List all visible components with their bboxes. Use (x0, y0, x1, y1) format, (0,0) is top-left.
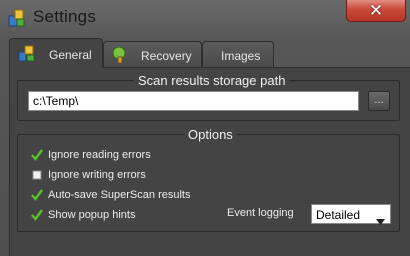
tab-general[interactable]: General (9, 38, 103, 68)
checkmark-icon[interactable] (30, 148, 44, 162)
event-logging-label: Event logging (227, 207, 294, 219)
tab-images[interactable]: Images (202, 41, 274, 67)
checkmark-icon[interactable] (30, 208, 44, 222)
options-title: Options (184, 127, 237, 142)
checkmark-icon[interactable] (30, 188, 44, 202)
option-label: Show popup hints (48, 209, 136, 221)
window-title: Settings (33, 7, 97, 26)
option-label: Ignore reading errors (48, 149, 151, 161)
settings-window: Settings ✕ General Recovery Images Scan (0, 0, 410, 256)
storage-path-input[interactable]: c:\Temp\ (28, 91, 359, 111)
tab-recovery[interactable]: Recovery (103, 41, 202, 67)
close-icon: ✕ (368, 1, 384, 20)
storage-path-title: Scan results storage path (134, 73, 290, 88)
option-label: Auto-save SuperScan results (48, 189, 191, 201)
browse-button[interactable]: ... (368, 91, 390, 111)
chevron-down-icon (376, 212, 385, 230)
checkbox-unchecked-icon[interactable] (30, 168, 44, 182)
option-label: Ignore writing errors (48, 169, 146, 181)
tab-images-label: Images (221, 49, 261, 63)
title-bar[interactable]: Settings ✕ (0, 0, 410, 36)
recovery-icon (111, 46, 129, 64)
general-icon (18, 45, 36, 63)
tab-general-label: General (49, 48, 92, 62)
event-logging-value: Detailed (316, 208, 361, 222)
app-icon (8, 8, 26, 28)
tab-recovery-label: Recovery (141, 49, 192, 63)
event-logging-select[interactable]: Detailed (311, 204, 391, 225)
close-button[interactable]: ✕ (346, 0, 406, 22)
